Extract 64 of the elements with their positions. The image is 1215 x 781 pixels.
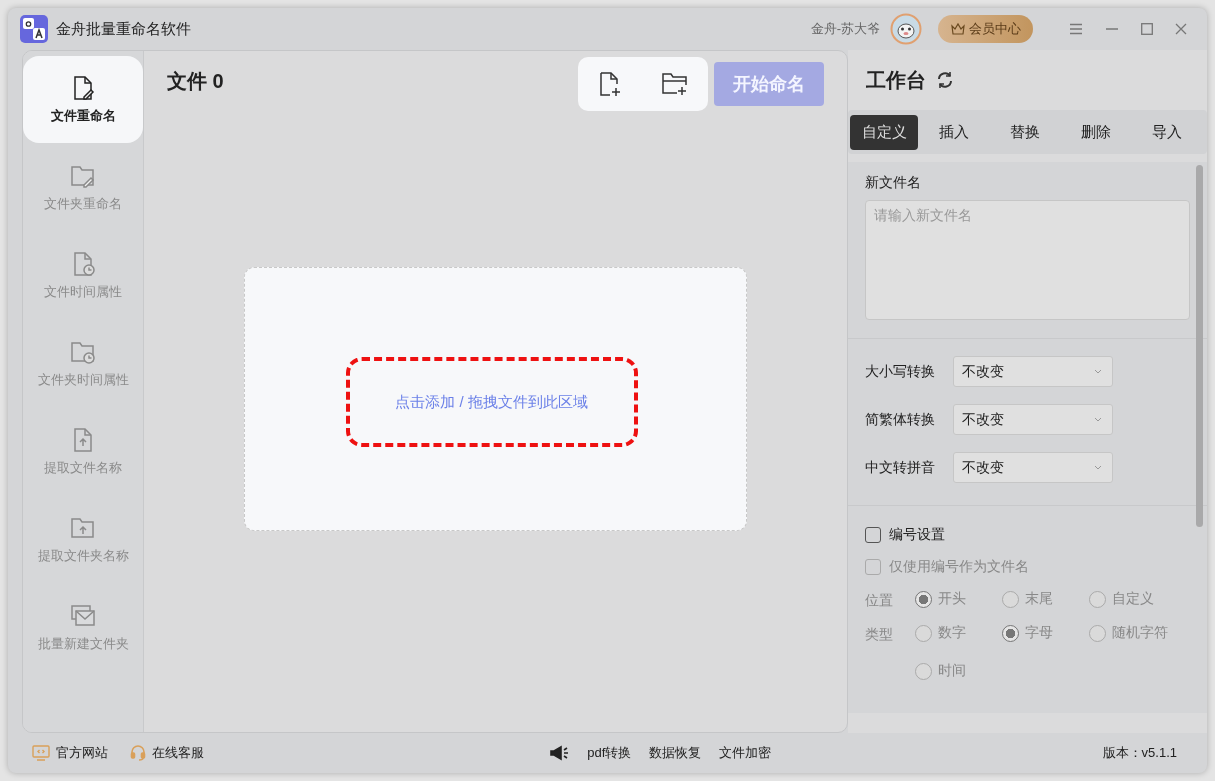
chevron-down-icon (1094, 369, 1102, 374)
tab[interactable]: 删除 (1060, 114, 1132, 150)
group-label: 类型 (865, 625, 894, 644)
new-name-field[interactable]: 请输入新文件名 (865, 200, 1190, 320)
dropdown[interactable]: 不改变 (953, 452, 1113, 483)
field-label: 新文件名 (865, 174, 922, 192)
group-label: 位置 (865, 591, 894, 610)
footer-link[interactable]: 官方网站 (32, 744, 108, 762)
checkbox[interactable] (865, 527, 881, 543)
monitor-icon (32, 745, 50, 761)
radio-button[interactable] (915, 662, 932, 680)
add-folder-icon[interactable] (660, 72, 689, 96)
radio-label: 随机字符 (1112, 624, 1168, 642)
dropdown[interactable]: 不改变 (953, 404, 1113, 435)
footer-link[interactable]: pdf转换 (587, 744, 632, 762)
radio-label: 时间 (938, 662, 966, 680)
user-name: 金舟-苏大爷 (810, 20, 880, 38)
crown-icon (950, 22, 966, 36)
field-label: 大小写转换 (865, 362, 936, 381)
file-count-title: 文件 0 (167, 68, 224, 94)
drop-hint: 点击添加 / 拖拽文件到此区域 (395, 392, 588, 412)
radio-label: 开头 (938, 590, 966, 608)
headset-icon (130, 745, 146, 761)
window-title: 金舟批量重命名软件 (56, 19, 191, 39)
footer-link[interactable]: 在线客服 (130, 744, 204, 762)
megaphone-icon (549, 745, 570, 761)
radio-label: 自定义 (1112, 590, 1154, 608)
chevron-down-icon (1094, 417, 1102, 422)
scrollbar[interactable] (1196, 165, 1203, 527)
footer-link[interactable]: 数据恢复 (649, 744, 702, 762)
radio-button[interactable] (915, 624, 932, 642)
checkbox-label: 编号设置 (889, 526, 945, 544)
tab[interactable]: 自定义 (850, 114, 918, 150)
close-icon[interactable] (1175, 23, 1187, 35)
workbench-title: 工作台 (866, 67, 926, 93)
radio-button[interactable] (915, 590, 932, 608)
radio-button[interactable] (1002, 624, 1019, 642)
radio-label: 数字 (938, 624, 966, 642)
refresh-icon[interactable] (936, 71, 954, 89)
vip-center-button[interactable]: 会员中心 (938, 15, 1033, 43)
radio-button[interactable] (1089, 624, 1106, 642)
checkbox-label: 仅使用编号作为文件名 (889, 558, 1029, 576)
radio-label: 末尾 (1025, 590, 1053, 608)
version-label: 版本：v5.1.1 (1102, 744, 1177, 762)
menu-icon[interactable] (1069, 23, 1083, 35)
avatar-icon[interactable] (890, 13, 922, 45)
drop-zone[interactable]: 点击添加 / 拖拽文件到此区域 (244, 267, 747, 531)
tab[interactable]: 插入 (918, 114, 990, 150)
maximize-icon[interactable] (1141, 23, 1153, 35)
chevron-down-icon (1094, 465, 1102, 470)
minimize-icon[interactable] (1105, 28, 1119, 30)
tab[interactable]: 导入 (1131, 114, 1203, 150)
field-label: 简繁体转换 (865, 410, 936, 429)
radio-button[interactable] (1089, 590, 1106, 608)
radio-button[interactable] (1002, 590, 1019, 608)
sidebar-item[interactable]: 文件重命名 (23, 56, 143, 143)
app-logo-icon (20, 15, 48, 43)
envelope-icon (70, 602, 96, 629)
add-file-icon[interactable] (597, 71, 622, 97)
field-label: 中文转拼音 (865, 458, 936, 477)
dropdown[interactable]: 不改变 (953, 356, 1113, 387)
footer-link[interactable]: 文件加密 (719, 744, 772, 762)
tab[interactable]: 替换 (989, 114, 1061, 150)
radio-label: 字母 (1025, 624, 1053, 642)
